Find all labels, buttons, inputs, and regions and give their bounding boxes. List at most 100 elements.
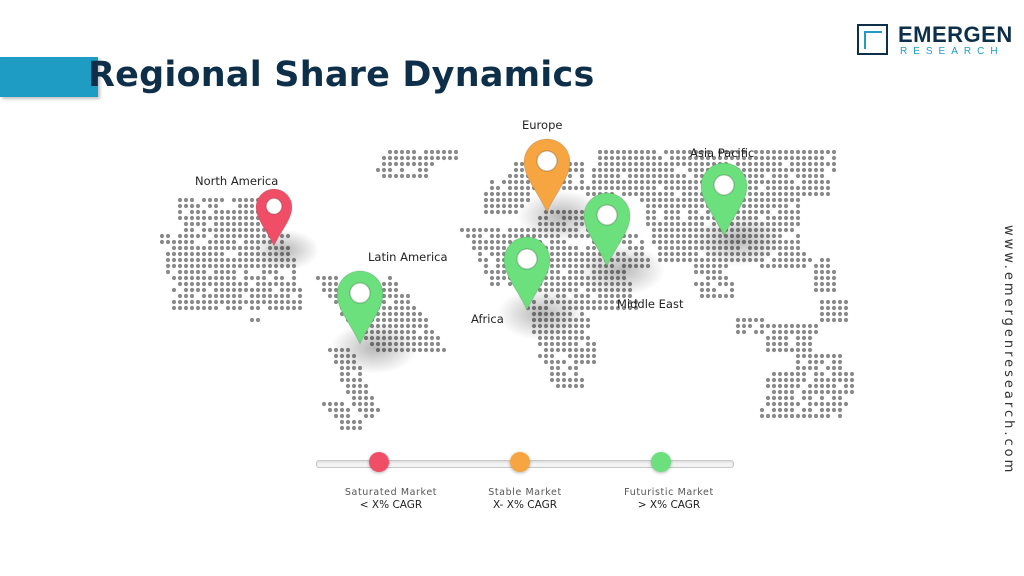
map-dot [771,413,777,419]
map-dot [231,221,237,227]
map-dot [807,323,813,329]
map-dot [603,305,609,311]
map-dot [549,257,555,263]
map-dot [183,239,189,245]
map-dot [585,245,591,251]
map-dot [651,239,657,245]
map-dot [225,209,231,215]
map-dot [219,215,225,221]
map-dot [783,263,789,269]
map-dot [279,275,285,281]
legend-sub: < X% CAGR [359,499,423,511]
map-dot [615,149,621,155]
map-dot [201,281,207,287]
map-dot [705,281,711,287]
map-dot [813,389,819,395]
map-dot [249,233,255,239]
map-dot [555,245,561,251]
map-dot [513,203,519,209]
map-dot [831,353,837,359]
map-dot [615,179,621,185]
map-dot [651,185,657,191]
map-dot [183,221,189,227]
map-dot [405,305,411,311]
map-dot [831,359,837,365]
map-dot [501,179,507,185]
map-dot [723,293,729,299]
map-dot [831,407,837,413]
map-dot [771,395,777,401]
map-dot [789,401,795,407]
map-dot [183,251,189,257]
map-dot [777,221,783,227]
map-dot [171,299,177,305]
map-dot [621,155,627,161]
map-dot [831,269,837,275]
map-dot [555,257,561,263]
map-dot [207,257,213,263]
map-dot [573,281,579,287]
map-dot [423,323,429,329]
map-dot [705,263,711,269]
map-dot [741,167,747,173]
map-dot [273,281,279,287]
map-dot [789,221,795,227]
map-dot [333,401,339,407]
map-dot [195,299,201,305]
map-dot [771,329,777,335]
map-dot [177,281,183,287]
map-dot [621,161,627,167]
map-dot [501,239,507,245]
map-dot [567,341,573,347]
map-dot [789,197,795,203]
map-dot [759,155,765,161]
map-dot [789,251,795,257]
map-dot [747,203,753,209]
map-dot [681,239,687,245]
map-dot [759,197,765,203]
map-dot [573,335,579,341]
map-dot [585,185,591,191]
map-dot [807,185,813,191]
map-dot [777,407,783,413]
map-dot [165,263,171,269]
map-dot [597,149,603,155]
map-dot [183,215,189,221]
map-dot [255,221,261,227]
map-dot [693,197,699,203]
map-dot [693,215,699,221]
map-dot [681,203,687,209]
map-dot [783,227,789,233]
map-dot [783,401,789,407]
map-dot [783,191,789,197]
map-dot [711,275,717,281]
map-dot [261,275,267,281]
map-dot [477,251,483,257]
map-dot [561,245,567,251]
map-dot [669,173,675,179]
map-dot [771,155,777,161]
map-dot [291,305,297,311]
map-dot [339,401,345,407]
map-dot [243,275,249,281]
map-dot [201,275,207,281]
map-dot [645,155,651,161]
map-dot [219,287,225,293]
region-label-europe: Europe [522,118,563,132]
map-dot [819,305,825,311]
map-dot [699,257,705,263]
map-dot [543,341,549,347]
map-dot [561,263,567,269]
map-dot [771,383,777,389]
map-dot [291,269,297,275]
map-dot [279,299,285,305]
map-dot [483,203,489,209]
map-dot [345,425,351,431]
map-dot [765,347,771,353]
map-dot [831,383,837,389]
map-dot [639,239,645,245]
map-dot [327,287,333,293]
map-dot [765,149,771,155]
map-dot [771,185,777,191]
map-dot [669,209,675,215]
